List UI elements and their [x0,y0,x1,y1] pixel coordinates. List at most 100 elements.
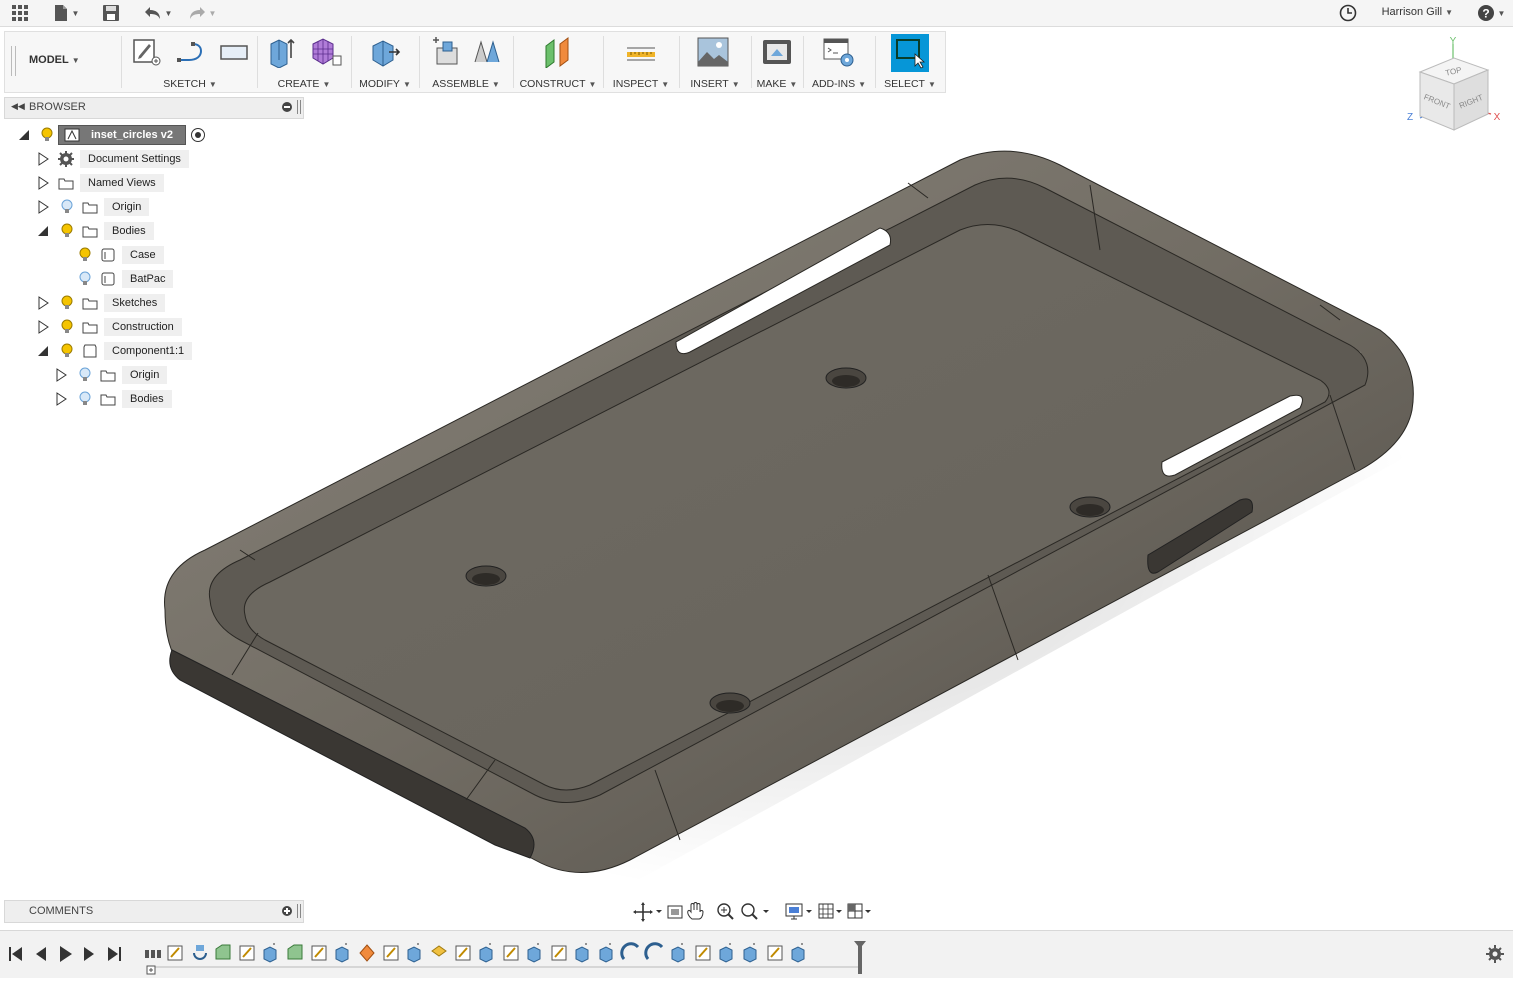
select-menu[interactable]: SELECT ▼ [879,78,941,90]
collapsed-triangle-icon[interactable] [36,296,50,310]
mount-hole[interactable] [465,565,507,587]
look-at-icon[interactable] [667,905,683,919]
timeline-feature-extrude-icon[interactable] [719,943,733,963]
line-tool-icon[interactable] [175,36,205,68]
modify-menu[interactable]: MODIFY ▼ [355,78,415,90]
tree-item-bodies[interactable]: Bodies [36,221,154,241]
expanded-triangle-icon[interactable] [36,224,50,238]
timeline-feature-sketch-icon[interactable] [455,945,471,961]
job-status-icon[interactable] [1338,3,1358,23]
timeline-feature-sketch-icon[interactable] [551,945,567,961]
visibility-bulb-icon[interactable] [78,271,92,287]
timeline-feature-fillet-icon[interactable] [287,944,303,960]
rectangle-tool-icon[interactable] [219,36,249,68]
collapse-browser-icon[interactable]: ◀◀ [11,101,25,112]
toolbar-grip[interactable] [11,46,16,76]
measure-icon[interactable] [625,36,655,68]
timeline-feature-revolve-icon[interactable] [193,945,207,960]
workspace-switcher[interactable]: MODEL ▼ [29,54,80,66]
visibility-bulb-icon[interactable] [60,199,74,215]
tree-item-batpac[interactable]: BatPac [78,269,174,289]
visibility-bulb-icon[interactable] [60,295,74,311]
visibility-bulb-icon[interactable] [40,127,54,143]
tree-item-document-settings[interactable]: Document Settings [36,149,189,169]
timeline-feature-fillet-icon[interactable] [215,944,231,960]
extrude-icon[interactable] [267,36,297,69]
viewport[interactable] [150,140,1430,899]
help-button[interactable]: ? ▼ [1476,3,1506,23]
timeline-feature-plane-icon[interactable] [431,945,447,957]
construct-menu[interactable]: CONSTRUCT ▼ [517,78,599,90]
timeline-feature-extrude-icon[interactable] [791,943,805,963]
press-pull-icon[interactable] [369,36,401,68]
orbit-icon[interactable] [633,902,662,922]
tree-item-sketches[interactable]: Sketches [36,293,166,313]
timeline-feature-shell-icon[interactable] [620,942,640,960]
visibility-bulb-icon[interactable] [78,247,92,263]
joint-icon[interactable] [471,36,501,68]
collapsed-triangle-icon[interactable] [36,320,50,334]
timeline-feature-sketch-icon[interactable] [239,945,255,961]
timeline-feature-extrude-icon[interactable] [671,943,685,963]
user-menu[interactable]: Harrison Gill ▼ [1382,6,1453,18]
collapsed-triangle-icon[interactable] [36,176,50,190]
collapsed-triangle-icon[interactable] [36,200,50,214]
inspect-menu[interactable]: INSPECT ▼ [607,78,675,90]
zoom-icon[interactable] [717,903,734,920]
tree-item-component-bodies[interactable]: Bodies [54,389,172,409]
tree-root-row[interactable]: inset_circles v2 [18,125,206,145]
collapsed-triangle-icon[interactable] [36,152,50,166]
timeline-feature-sketch-icon[interactable] [695,945,711,961]
expanded-triangle-icon[interactable] [18,129,30,141]
tree-item-case[interactable]: Case [78,245,164,265]
timeline-feature-sketch-icon[interactable] [503,945,519,961]
form-icon[interactable] [309,36,342,68]
timeline-marker-start-icon[interactable] [146,965,156,975]
visibility-bulb-icon[interactable] [60,343,74,359]
viewcube[interactable]: TOP FRONT RIGHT Y Z X [1400,34,1510,134]
timeline-feature-extrude-icon[interactable] [335,943,349,963]
collapsed-triangle-icon[interactable] [54,392,68,406]
add-comment-icon[interactable] [282,906,292,916]
grid-settings-icon[interactable] [818,903,842,919]
tree-item-origin[interactable]: Origin [36,197,150,217]
insert-menu[interactable]: INSERT ▼ [683,78,747,90]
timeline-feature-extrude-icon[interactable] [599,943,613,963]
go-to-end-icon[interactable] [108,947,121,961]
timeline-feature-extrude-icon[interactable] [743,943,757,963]
timeline-feature-extrude-icon[interactable] [575,943,589,963]
go-to-start-icon[interactable] [9,947,22,961]
play-icon[interactable] [60,946,72,962]
visibility-bulb-icon[interactable] [60,223,74,239]
new-component-icon[interactable] [429,36,459,68]
step-forward-icon[interactable] [84,947,94,961]
tree-item-construction[interactable]: Construction [36,317,182,337]
mount-hole[interactable] [1069,496,1111,518]
timeline-group-icon[interactable] [145,950,161,958]
select-tool-icon[interactable] [891,34,929,72]
timeline-feature-combine-icon[interactable] [359,944,375,962]
create-sketch-icon[interactable] [131,36,161,68]
sketch-menu[interactable]: SKETCH ▼ [127,78,253,90]
phone-case-model[interactable] [150,140,1430,899]
scripts-addins-icon[interactable] [823,36,854,68]
timeline-feature-sketch-icon[interactable] [311,945,327,961]
add-ins-menu[interactable]: ADD-INS ▼ [807,78,871,90]
pan-hand-icon[interactable] [687,902,704,920]
insert-image-icon[interactable] [697,36,729,68]
visibility-bulb-icon[interactable] [78,391,92,407]
mount-hole[interactable] [825,367,867,389]
timeline-feature-shell-icon[interactable] [644,942,664,960]
file-menu-button[interactable]: ▼ [52,3,80,23]
create-menu[interactable]: CREATE ▼ [261,78,347,90]
make-menu[interactable]: MAKE ▼ [755,78,799,90]
collapsed-triangle-icon[interactable] [54,368,68,382]
viewports-icon[interactable] [847,903,871,919]
visibility-bulb-icon[interactable] [60,319,74,335]
undo-button[interactable]: ▼ [142,3,174,23]
activate-radio-icon[interactable] [190,127,206,143]
minimize-browser-icon[interactable] [282,102,292,112]
visibility-bulb-icon[interactable] [78,367,92,383]
3d-print-icon[interactable] [761,36,791,68]
fit-zoom-icon[interactable] [741,903,769,920]
